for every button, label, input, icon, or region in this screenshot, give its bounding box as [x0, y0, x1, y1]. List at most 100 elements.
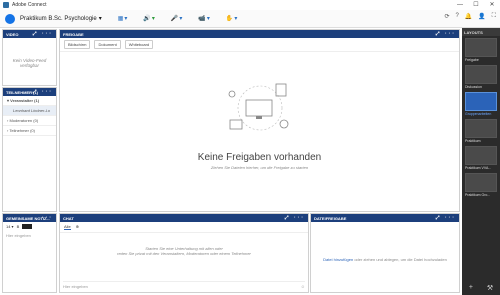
- chat-pod-header: CHAT ⤢ ···: [60, 214, 308, 222]
- color-swatch[interactable]: [22, 224, 33, 229]
- notes-input[interactable]: Hier eingeben: [3, 231, 56, 240]
- topbar-right-icons: ⟳ ? 🔔 👤 ⛶: [444, 13, 496, 20]
- add-tab-icon[interactable]: ⊕: [76, 224, 79, 230]
- chevron-down-icon: ▾: [7, 98, 10, 103]
- fullscreen-icon[interactable]: ⛶: [492, 13, 496, 20]
- layouts-footer: + ⚒: [462, 284, 500, 292]
- pod-options-icon[interactable]: ⤢ ···: [285, 215, 305, 221]
- add-layout-icon[interactable]: +: [469, 284, 473, 292]
- hand-icon: ✋: [225, 16, 234, 22]
- chat-tabs: Alle ⊕: [60, 222, 308, 233]
- adobe-connect-logo: [5, 13, 15, 24]
- pod-options-icon[interactable]: ⤢ ···: [33, 89, 53, 95]
- share-empty-title: Keine Freigaben vorhanden: [197, 152, 322, 163]
- chevron-down-icon: ▾: [206, 16, 210, 22]
- layout-label[interactable]: Praktikum Gro...: [462, 192, 500, 198]
- camera-button[interactable]: 📹 ▾: [198, 15, 210, 22]
- video-pod: VIDEO ⤢ ··· Kein Video-Feed verfügbar: [2, 29, 57, 86]
- layout-thumb[interactable]: [465, 146, 497, 165]
- share-toolbar: Bildschirm Dokument Whiteboard: [60, 38, 459, 52]
- attendee-row[interactable]: Leonhard Lindner-Lo: [3, 106, 56, 116]
- share-whiteboard-button[interactable]: Whiteboard: [124, 40, 154, 49]
- share-document-button[interactable]: Dokument: [94, 40, 121, 49]
- file-share-pod-header: DATEIFREIGABE ⤢ ···: [311, 214, 459, 222]
- pod-options-icon[interactable]: ⤢ ···: [436, 215, 456, 221]
- share-pod: FREIGABE ⤢ ··· Bildschirm Dokument White…: [59, 29, 460, 212]
- presenters-group-label: Moderatoren (0): [9, 118, 39, 123]
- chat-pod-title: CHAT: [63, 215, 74, 221]
- share-pod-header: FREIGABE ⤢ ···: [60, 30, 459, 38]
- chevron-down-icon: ▾: [179, 16, 183, 22]
- user-icon[interactable]: 👤: [478, 13, 485, 20]
- emoji-icon[interactable]: ☺: [301, 284, 305, 289]
- help-icon[interactable]: ?: [455, 13, 458, 20]
- bell-icon[interactable]: 🔔: [465, 13, 472, 20]
- window-titlebar: Adobe Connect — ☐ ✕: [0, 0, 500, 10]
- layout-label[interactable]: Freigabe: [462, 57, 500, 63]
- participants-group[interactable]: › Teilnehmer (0): [3, 126, 56, 136]
- window-title: Adobe Connect: [12, 2, 47, 8]
- host-group[interactable]: ▾ Veranstalter (1): [3, 96, 56, 106]
- chevron-down-icon: ▾: [98, 16, 102, 22]
- raise-hand-button[interactable]: ✋ ▾: [226, 15, 238, 22]
- layout-label[interactable]: Diskussion: [462, 84, 500, 90]
- chevron-down-icon: ▾: [151, 16, 155, 22]
- notes-pod: GEMEINSAME NOTIZ... ··· 14 ▾ B Hier eing…: [2, 213, 57, 293]
- layouts-header: LAYOUTS: [462, 28, 500, 36]
- close-icon[interactable]: ✕: [484, 0, 500, 10]
- chat-input-placeholder: Hier eingeben: [63, 284, 88, 289]
- microphone-icon: 🎤: [170, 16, 179, 22]
- chat-pod: CHAT ⤢ ··· Alle ⊕ Starten Sie eine Unter…: [59, 213, 309, 293]
- host-group-label: Veranstalter (1): [10, 98, 40, 103]
- video-pod-title: VIDEO: [6, 31, 19, 37]
- camera-icon: 📹: [198, 16, 206, 22]
- add-file-link[interactable]: Datei hinzufügen: [323, 257, 353, 262]
- file-share-pod-title: DATEIFREIGABE: [314, 215, 347, 221]
- share-empty-subtitle: Ziehen Sie Dateien hierher, um die Freig…: [210, 165, 309, 170]
- layout-grid-button[interactable]: ▦ ▾: [118, 15, 128, 22]
- maximize-icon[interactable]: ☐: [468, 0, 484, 10]
- layout-thumb[interactable]: [465, 65, 497, 84]
- file-share-pod: DATEIFREIGABE ⤢ ··· Datei hinzufügen ode…: [310, 213, 460, 293]
- pod-options-icon[interactable]: ⤢ ···: [436, 31, 456, 37]
- video-empty-text: Kein Video-Feed verfügbar: [12, 58, 47, 68]
- file-drop-zone[interactable]: Datei hinzufügen oder ziehen und ablegen…: [311, 257, 459, 262]
- adobe-connect-icon: [3, 2, 9, 8]
- attendees-pod-header: TEILNEHMER (1) ⤢ ···: [3, 88, 56, 96]
- layout-thumb[interactable]: [465, 173, 497, 192]
- minimize-icon[interactable]: —: [452, 0, 468, 10]
- share-illustration: [228, 83, 289, 131]
- bold-icon[interactable]: B: [17, 224, 20, 229]
- attendees-pod: TEILNEHMER (1) ⤢ ··· ▾ Veranstalter (1) …: [2, 87, 57, 212]
- speaker-icon: 🔊: [143, 16, 151, 22]
- room-name: Praktikum B.Sc. Psychologie: [20, 15, 97, 22]
- pod-options-icon[interactable]: ⤢ ···: [33, 31, 53, 37]
- layout-thumb[interactable]: [465, 119, 497, 138]
- font-size-icon[interactable]: 14 ▾: [6, 224, 14, 229]
- participants-group-label: Teilnehmer (0): [9, 128, 35, 133]
- layout-label[interactable]: Praktikum: [462, 138, 500, 144]
- settings-icon[interactable]: ⚒: [487, 284, 493, 292]
- video-pod-header: VIDEO ⤢ ···: [3, 30, 56, 38]
- tab-all[interactable]: Alle: [64, 224, 71, 230]
- chat-input[interactable]: Hier eingeben ☺: [63, 281, 305, 289]
- share-screen-button[interactable]: Bildschirm: [64, 40, 91, 49]
- file-drop-text: oder ziehen und ablegen, um die Datei ho…: [354, 257, 447, 262]
- chevron-down-icon: ▾: [234, 16, 238, 22]
- room-menu[interactable]: Praktikum B.Sc. Psychologie ▾: [20, 15, 102, 23]
- layouts-rail: LAYOUTS Freigabe Diskussion Gruppenarbei…: [462, 28, 500, 295]
- layout-thumb-active[interactable]: [465, 92, 497, 111]
- chevron-down-icon: ▾: [124, 16, 128, 22]
- layout-label-active[interactable]: Gruppenarbeiten: [462, 111, 500, 117]
- microphone-button[interactable]: 🎤 ▾: [171, 15, 183, 22]
- speaker-button[interactable]: 🔊 ▾: [143, 15, 155, 22]
- sync-icon[interactable]: ⟳: [444, 13, 449, 20]
- layout-label[interactable]: Praktikum VVA...: [462, 165, 500, 171]
- grid-icon: ▦: [117, 16, 124, 22]
- chat-empty-line-2: reden Sie privat mit den Veranstaltern, …: [117, 251, 251, 256]
- layout-thumb[interactable]: [465, 38, 497, 57]
- meeting-topbar: Praktikum B.Sc. Psychologie ▾ ▦ ▾ 🔊 ▾ 🎤 ▾ 📹…: [0, 10, 500, 28]
- pod-options-icon[interactable]: ···: [42, 215, 53, 221]
- notes-pod-header: GEMEINSAME NOTIZ... ···: [3, 214, 56, 222]
- presenters-group[interactable]: › Moderatoren (0): [3, 116, 56, 126]
